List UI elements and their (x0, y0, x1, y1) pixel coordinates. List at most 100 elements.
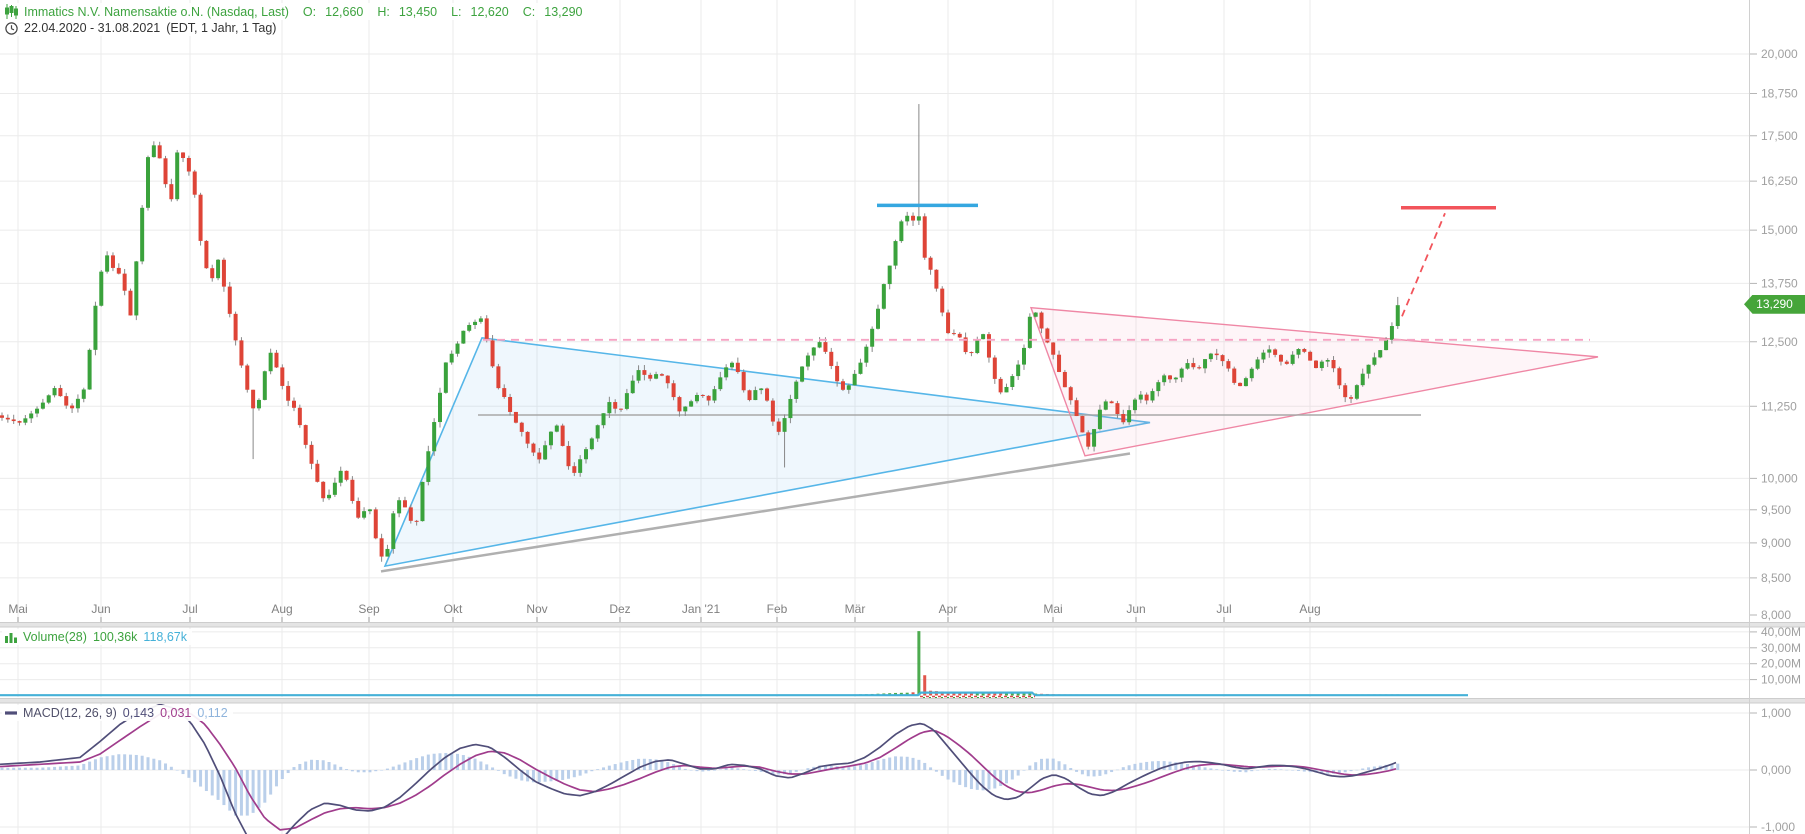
candle-body (922, 216, 927, 258)
pane-separator[interactable] (0, 622, 1805, 628)
candle-body (210, 268, 215, 279)
candle-body (1033, 312, 1038, 317)
open-label: O: (302, 4, 317, 19)
macd-histogram-bar (736, 768, 740, 770)
macd-histogram-bar (1080, 770, 1084, 775)
pane-separator[interactable] (0, 698, 1805, 704)
macd-histogram-bar (1092, 770, 1096, 777)
macd-axis-label: -1,000 (1761, 820, 1795, 834)
candle-body (29, 413, 34, 419)
candle-body (338, 470, 343, 483)
candle-body (1238, 382, 1243, 387)
candle-body (665, 375, 670, 384)
candle-body (496, 366, 501, 389)
macd-histogram-bar (946, 770, 950, 780)
chart-canvas[interactable]: 20,000 18,750 17,500 16,250 15,000 13,750 12,5… (0, 0, 1805, 834)
macd-histogram-bar (18, 767, 22, 770)
candle-body (1039, 312, 1044, 329)
candle-body (619, 408, 624, 410)
macd-histogram-bar (1045, 758, 1049, 770)
candle-body (1185, 363, 1190, 369)
candle-body (455, 343, 460, 354)
macd-axis-label: 0,000 (1761, 763, 1791, 777)
date-range-row: 22.04.2020 - 31.08.2021 (EDT, 1 Jahr, 1 … (2, 20, 282, 36)
candle-body (402, 500, 407, 508)
macd-histogram-bar (368, 770, 372, 773)
candle-body (1156, 382, 1161, 392)
red-dashed-projection-line[interactable] (1401, 212, 1446, 317)
candle-body (1354, 385, 1359, 399)
candle-body (940, 288, 945, 313)
candle-body (35, 408, 40, 414)
macd-histogram-bar (53, 766, 57, 770)
candle-body (1366, 364, 1371, 374)
macd-histogram-bar (269, 770, 273, 795)
macd-histogram-bar (1086, 770, 1090, 777)
macd-histogram-bar (339, 766, 343, 770)
candle-body (99, 271, 104, 306)
candle-body (823, 342, 828, 352)
macd-histogram-bar (1396, 763, 1400, 770)
macd-histogram-bar (1215, 769, 1219, 770)
candle-body (1004, 386, 1009, 393)
macd-histogram-bar (625, 761, 629, 770)
macd-histogram-bar (1040, 758, 1044, 770)
macd-signal-value: 0,031 (160, 706, 192, 720)
macd-histogram-bar (286, 770, 290, 774)
macd-histogram-bar (1110, 770, 1114, 773)
candle-body (846, 385, 851, 390)
volume-legend[interactable]: Volume(28) 100,36k 118,67k (2, 629, 192, 645)
candle-body (58, 388, 63, 397)
candle-body (1319, 361, 1324, 369)
volume-axis-label: 20,00M (1761, 657, 1801, 671)
candle-body (694, 394, 699, 402)
candle-body (128, 290, 133, 316)
volume-label: Volume(28) (23, 630, 87, 644)
macd-histogram-bar (508, 770, 512, 777)
x-axis-label: Apr (939, 602, 958, 616)
candle-body (554, 425, 559, 432)
macd-histogram-bar (450, 753, 454, 770)
candle-body (1068, 387, 1073, 401)
candle-body (840, 381, 845, 390)
macd-histogram-bar (753, 770, 757, 772)
macd-histogram-bar (175, 770, 179, 771)
macd-histogram-bar (1261, 769, 1265, 770)
low-label: L: (451, 4, 462, 19)
volume-ma-line (0, 691, 1468, 697)
candle-body (543, 445, 548, 460)
macd-histogram-bar (1145, 761, 1149, 770)
candle-body (508, 396, 513, 412)
macd-histogram-bar (958, 770, 962, 785)
price-axis-label: 17,500 (1761, 129, 1798, 143)
candle-body (420, 481, 425, 522)
macd-legend[interactable]: MACD(12, 26, 9) 0,143 0,031 0,112 (2, 705, 233, 721)
macd-histogram-bar (940, 770, 944, 776)
candle-body (356, 500, 361, 518)
candle-body (864, 346, 869, 363)
macd-histogram-bar (234, 770, 238, 816)
macd-histogram-bar (397, 764, 401, 770)
macd-histogram-bar (111, 755, 115, 770)
candle-body (648, 374, 653, 379)
macd-histogram-bar (420, 756, 424, 770)
candle-body (286, 385, 291, 401)
x-axis-label: Aug (271, 602, 292, 616)
candle-body (385, 548, 390, 557)
date-range: 22.04.2020 - 31.08.2021 (24, 21, 161, 35)
pink-wedge-drawing[interactable] (1029, 306, 1599, 457)
macd-histogram-bar (1361, 768, 1365, 770)
candle-body (140, 207, 145, 262)
candle-body (5, 417, 10, 420)
macd-histogram-bar (1150, 761, 1154, 770)
candle-body (928, 257, 933, 270)
macd-histogram-bar (123, 754, 127, 770)
instrument-legend[interactable]: Immatics N.V. Namensaktie o.N. (Nasdaq, … (2, 3, 588, 20)
macd-histogram-bar (718, 769, 722, 770)
candle-body (432, 422, 437, 452)
macd-histogram-bar (409, 760, 413, 770)
macd-histogram-bar (800, 769, 804, 771)
candle-body (630, 380, 635, 394)
macd-histogram-bar (333, 764, 337, 770)
macd-histogram-bar (695, 770, 699, 772)
